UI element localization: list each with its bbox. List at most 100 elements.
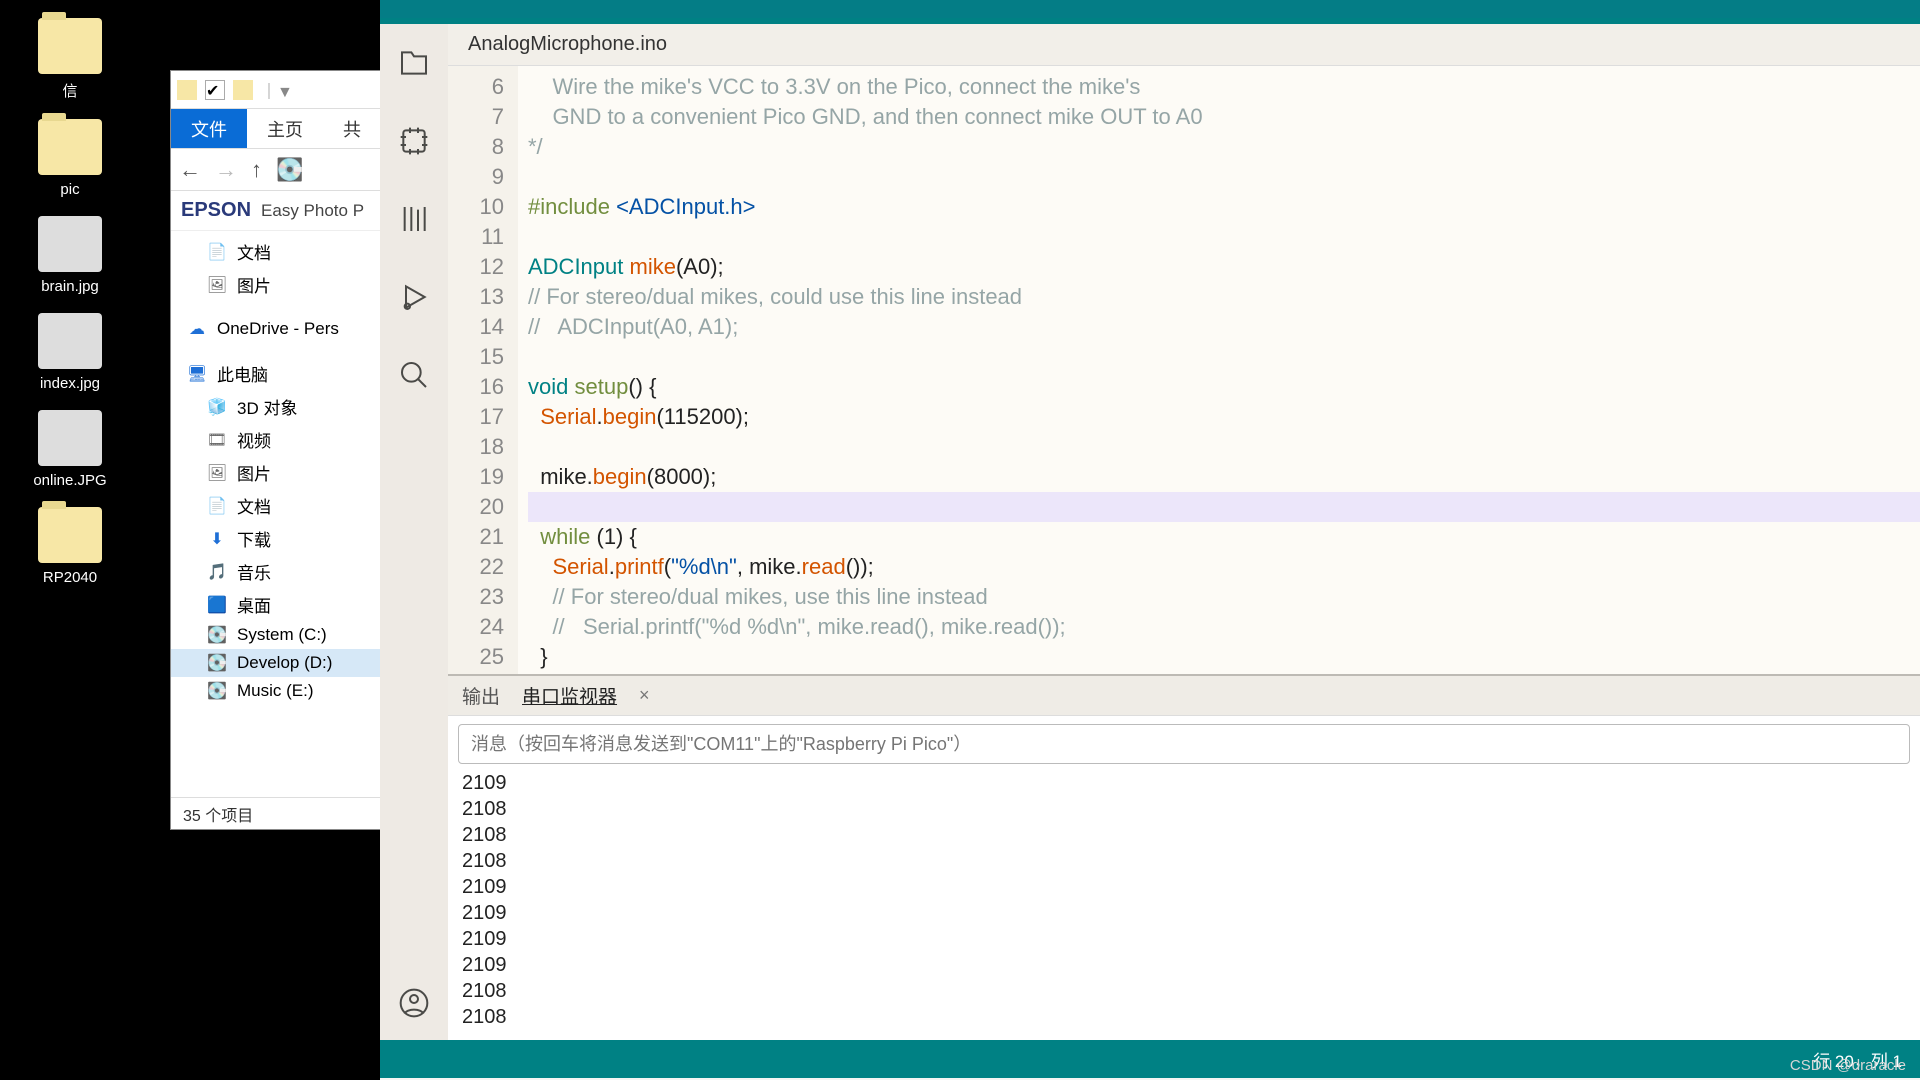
code-line: mike.begin(8000);	[528, 462, 1920, 492]
code-line: GND to a convenient Pico GND, and then c…	[528, 102, 1920, 132]
folder-icon	[38, 18, 102, 74]
forward-icon[interactable]: →	[215, 157, 237, 183]
search-icon[interactable]	[396, 358, 432, 392]
photo-icon	[38, 216, 102, 272]
serial-line: 2108	[462, 980, 1906, 1006]
library-manager-icon[interactable]	[396, 202, 432, 236]
bottom-panel: 输出串口监视器× 2109210821082108210921092109210…	[448, 674, 1920, 1040]
tree-item-label: 3D 对象	[237, 394, 297, 419]
tree-item[interactable]: ⬇下载	[171, 522, 404, 555]
desktop-icon[interactable]: index.jpg	[20, 313, 120, 392]
arduino-ide-window: AnalogMicrophone.ino 6789101112131415161…	[380, 0, 1920, 1080]
panel-tab[interactable]: 串口监视器	[522, 682, 617, 709]
tree-item-label: 图片	[237, 460, 271, 485]
tree-item[interactable]: 📄 文档	[171, 489, 404, 522]
divider: ｜▼	[261, 78, 293, 102]
tree-item-icon: 🧊	[207, 397, 227, 417]
code-line: ADCInput mike(A0);	[528, 252, 1920, 282]
tree-item-label: System (C:)	[237, 625, 327, 645]
ribbon-tab[interactable]: 主页	[247, 109, 323, 148]
serial-output: 2109210821082108210921092109210921082108	[448, 772, 1920, 1040]
tree-item[interactable]: 📄文档	[171, 235, 404, 268]
serial-line: 2109	[462, 876, 1906, 902]
ribbon-tab[interactable]: 共	[323, 109, 381, 148]
serial-line: 2108	[462, 1006, 1906, 1032]
editor-tab[interactable]: AnalogMicrophone.ino	[448, 24, 1920, 66]
ide-statusbar: 行 20，列 1	[380, 1040, 1920, 1078]
ribbon-tab[interactable]: 文件	[171, 109, 247, 148]
code-line	[528, 162, 1920, 192]
tree-item[interactable]: 💽 System (C:)	[171, 621, 404, 649]
code-line	[528, 432, 1920, 462]
tree-item-icon: 💽	[207, 625, 227, 645]
desktop-icon[interactable]: brain.jpg	[20, 216, 120, 295]
up-icon[interactable]: ↑	[251, 157, 262, 183]
photo-icon	[38, 313, 102, 369]
board-manager-icon[interactable]	[396, 124, 432, 158]
close-icon[interactable]: ×	[639, 685, 650, 706]
desktop-icon[interactable]: RP2040	[20, 507, 120, 586]
account-icon[interactable]	[396, 986, 432, 1020]
tree-item-label: Develop (D:)	[237, 653, 332, 673]
sketchbook-icon[interactable]	[396, 46, 432, 80]
code-editor[interactable]: 67891011121314151617181920212223242526 W…	[448, 66, 1920, 674]
code-line: Serial.begin(115200);	[528, 402, 1920, 432]
back-icon[interactable]: ←	[179, 157, 201, 183]
tree-item[interactable]: 💽 Develop (D:)	[171, 649, 404, 677]
photo-icon	[38, 410, 102, 466]
panel-tabs: 输出串口监视器 ×	[448, 676, 1920, 716]
debug-icon[interactable]	[396, 280, 432, 314]
desktop-icon[interactable]: pic	[20, 119, 120, 198]
tree-item[interactable]: ☁OneDrive - Pers	[171, 315, 404, 343]
tree-item-icon: 🖼	[207, 463, 227, 483]
tree-item[interactable]: 🧊 3D 对象	[171, 390, 404, 423]
tree-item[interactable]: 🖼 图片	[171, 456, 404, 489]
tree-item[interactable]: 🎵音乐	[171, 555, 404, 588]
code-line: // For stereo/dual mikes, could use this…	[528, 282, 1920, 312]
serial-line: 2109	[462, 902, 1906, 928]
code-line: }	[528, 642, 1920, 672]
folder-icon	[177, 80, 197, 100]
tree-item[interactable]: 🖥此电脑	[171, 357, 404, 390]
code-line: // Serial.printf("%d %d\n", mike.read(),…	[528, 612, 1920, 642]
watermark: CSDN @draracle	[1790, 1057, 1906, 1074]
tree-item-icon: 📄	[207, 496, 227, 516]
tree-item-label: Music (E:)	[237, 681, 314, 701]
serial-message-input[interactable]	[458, 724, 1910, 764]
file-explorer-window: ✔ ｜▼ 文件主页共 ← → ↑ 💽 EPSON Easy Photo P 📄文…	[170, 70, 405, 830]
tree-item-label: 桌面	[237, 592, 271, 617]
panel-tab[interactable]: 输出	[462, 682, 500, 709]
code-line: while (1) {	[528, 522, 1920, 552]
tree-item[interactable]: 🖼图片	[171, 268, 404, 301]
code-line: // For stereo/dual mikes, use this line …	[528, 582, 1920, 612]
tree-item[interactable]: 🟦桌面	[171, 588, 404, 621]
tree-item-label: 文档	[237, 493, 271, 518]
tree-item[interactable]: 🎞视频	[171, 423, 404, 456]
tree-item-label: OneDrive - Pers	[217, 319, 339, 339]
code-content[interactable]: Wire the mike's VCC to 3.3V on the Pico,…	[518, 66, 1920, 674]
serial-line: 2109	[462, 928, 1906, 954]
desktop-icon[interactable]: online.JPG	[20, 410, 120, 489]
ide-titlebar	[380, 0, 1920, 18]
explorer-ribbon-tabs: 文件主页共	[171, 109, 404, 149]
desktop: 信 pic brain.jpg index.jpg online.JPG RP2040	[0, 0, 170, 1080]
serial-line: 2109	[462, 772, 1906, 798]
tree-item-icon: 🎞	[207, 430, 227, 450]
code-line	[528, 492, 1920, 522]
tree-item-label: 下载	[237, 526, 271, 551]
folder-icon	[38, 119, 102, 175]
ide-sidebar	[380, 24, 448, 1040]
icon-label: 信	[20, 80, 120, 101]
icon-label: RP2040	[20, 569, 120, 586]
tree-item-label: 图片	[237, 272, 271, 297]
desktop-icon[interactable]: 信	[20, 18, 120, 101]
tree-item-icon: 💽	[207, 653, 227, 673]
folder-icon	[38, 507, 102, 563]
tree-item-label: 音乐	[237, 559, 271, 584]
icon-label: pic	[20, 181, 120, 198]
explorer-tree: 📄文档🖼图片☁OneDrive - Pers🖥此电脑🧊3D 对象🎞视频🖼图片📄文…	[171, 231, 404, 709]
icon-label: online.JPG	[20, 472, 120, 489]
tree-item[interactable]: 💽Music (E:)	[171, 677, 404, 705]
folder-open-icon	[233, 80, 253, 100]
line-gutter: 67891011121314151617181920212223242526	[448, 66, 518, 674]
